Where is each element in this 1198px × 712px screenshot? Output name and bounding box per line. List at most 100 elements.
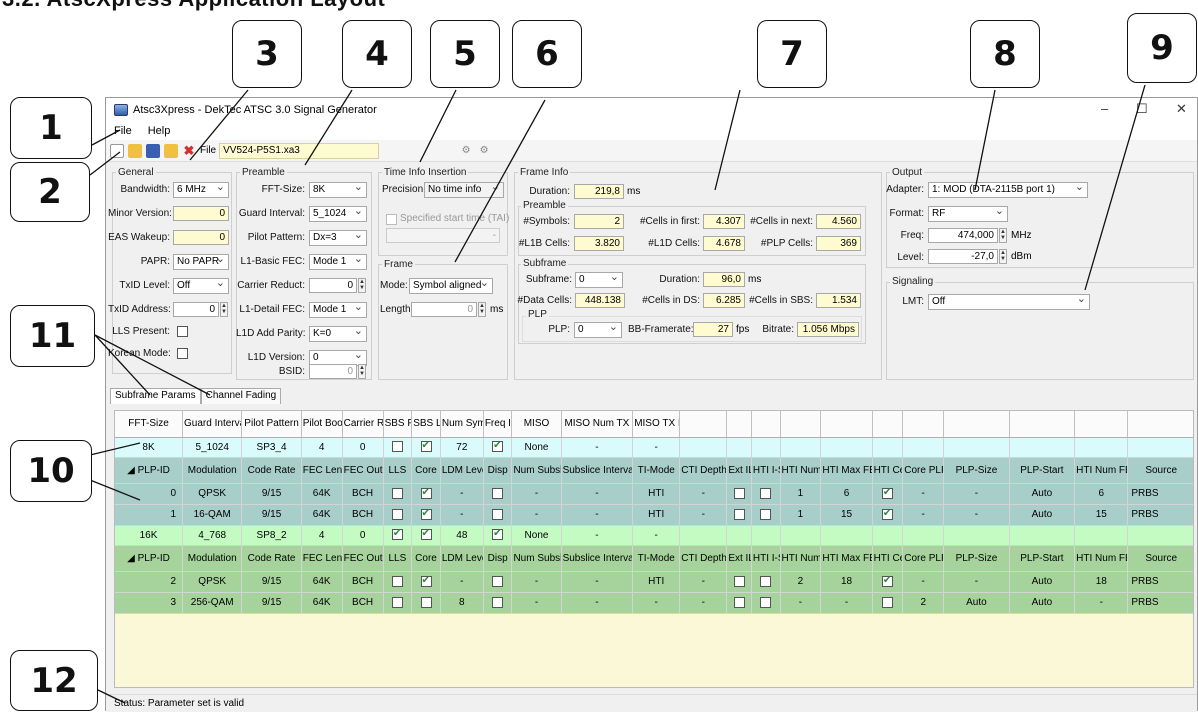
grid-cell[interactable]: - [440,483,484,505]
grid-cell[interactable]: PRBS [1127,483,1193,505]
grid-cell[interactable] [483,437,513,458]
grid-cell[interactable]: 18 [1074,571,1129,593]
tab-subframe-params[interactable]: Subframe Params [110,388,201,404]
unchecked-checkbox[interactable] [492,575,504,587]
column-header[interactable]: Freq IL [483,411,513,438]
grid-cell[interactable]: 2 [902,592,945,614]
grid-cell[interactable]: 0 [342,525,384,546]
plp-row[interactable]: 116-QAM9/1564KBCH---HTI-115--Auto15PRBS [115,504,1193,526]
grid-cell[interactable]: - [679,592,728,614]
grid-cell[interactable] [483,483,513,505]
grid-cell[interactable]: 2 [115,571,184,593]
checked-checkbox[interactable] [420,508,432,520]
grid-cell[interactable]: - [561,525,634,546]
grid-cell[interactable]: - [943,483,1010,505]
grid-cell[interactable]: None [511,437,562,458]
maximize-button[interactable]: ☐ [1136,101,1148,117]
checked-checkbox[interactable] [420,487,432,499]
grid-cell[interactable] [726,571,752,593]
grid-cell[interactable] [383,437,413,458]
grid-cell[interactable]: Auto [943,592,1010,614]
bandwidth-select[interactable]: 6 MHz [173,182,229,198]
grid-cell[interactable]: 256-QAM [182,592,243,614]
frame-mode-select[interactable]: Symbol aligned [409,278,493,294]
grid-cell[interactable]: 64K [301,504,343,526]
column-header[interactable]: Pilot Pattern [241,411,302,438]
grid-cell[interactable] [726,592,752,614]
grid-cell[interactable] [383,525,413,546]
checked-checkbox[interactable] [492,440,504,453]
grid-cell[interactable]: - [820,592,873,614]
grid-cell[interactable]: - [561,571,634,593]
column-header[interactable]: MISO Num TX [561,411,634,438]
grid-cell[interactable]: 9/15 [241,504,302,526]
column-header[interactable]: Pilot Boost [301,411,343,438]
column-header[interactable]: SBS First [383,411,413,438]
grid-cell[interactable] [872,592,904,614]
grid-cell[interactable]: 2 [780,571,822,593]
grid-cell[interactable]: - [632,525,681,546]
grid-cell[interactable] [751,483,781,505]
checked-checkbox[interactable] [881,508,893,520]
grid-cell[interactable]: Auto [1009,592,1076,614]
grid-cell[interactable]: QPSK [182,571,243,593]
grid-cell[interactable]: Auto [1009,483,1076,505]
grid-cell[interactable]: - [679,571,728,593]
format-select[interactable]: RF [928,206,1008,222]
grid-cell[interactable]: - [440,571,484,593]
freq-field[interactable]: 474,000 [928,228,998,243]
grid-cell[interactable]: PRBS [1127,504,1193,526]
unchecked-checkbox[interactable] [733,575,745,587]
grid-cell[interactable] [872,571,904,593]
lmt-select[interactable]: Off [928,294,1090,310]
column-header[interactable]: MISO [511,411,562,438]
stop-icon[interactable]: ⚙ [477,144,491,158]
column-header[interactable]: SBS Last [411,411,441,438]
grid-cell[interactable] [411,571,441,593]
unchecked-checkbox[interactable] [391,575,403,587]
bsid-spinner[interactable]: ▲ ▼ [358,364,366,379]
txid-address-spinner[interactable]: ▲ ▼ [220,302,228,317]
column-header[interactable]: Num Symbols [440,411,484,438]
run-icon[interactable]: ⚙ [459,144,473,158]
grid-cell[interactable]: - [632,437,681,458]
grid-cell[interactable]: - [902,571,945,593]
tab-channel-fading[interactable]: Channel Fading [200,388,282,404]
column-header[interactable] [780,411,822,438]
grid-cell[interactable] [751,592,781,614]
grid-cell[interactable]: 4 [301,437,343,458]
grid-cell[interactable]: SP8_2 [241,525,302,546]
grid-cell[interactable]: 9/15 [241,483,302,505]
grid-cell[interactable]: - [780,592,822,614]
grid-cell[interactable]: 64K [301,571,343,593]
minor-version-field[interactable]: 0 [173,206,229,221]
grid-cell[interactable]: - [561,592,634,614]
carrier-reduct-spinner[interactable]: ▲ ▼ [358,278,366,293]
unchecked-checkbox[interactable] [492,487,504,499]
grid-cell[interactable]: - [511,483,562,505]
grid-cell[interactable]: - [561,437,634,458]
grid-cell[interactable]: 18 [820,571,873,593]
unchecked-checkbox[interactable] [733,487,745,499]
unchecked-checkbox[interactable] [391,441,403,453]
grid-cell[interactable] [751,571,781,593]
unchecked-checkbox[interactable] [391,508,403,520]
grid-cell[interactable] [383,483,413,505]
checked-checkbox[interactable] [420,440,432,453]
l1-detail-fec-select[interactable]: Mode 1 [309,302,367,318]
grid-cell[interactable]: - [679,504,728,526]
subframe-row[interactable]: 16K4_768SP8_24048None-- [115,525,1193,546]
grid-cell[interactable]: 15 [820,504,873,526]
grid-cell[interactable] [872,504,904,526]
grid-cell[interactable] [411,525,441,546]
checked-checkbox[interactable] [881,575,893,587]
new-file-icon[interactable] [110,143,124,158]
unchecked-checkbox[interactable] [733,508,745,520]
column-header[interactable] [679,411,728,438]
grid-cell[interactable]: 16K [115,525,184,546]
grid-cell[interactable] [483,571,513,593]
grid-cell[interactable]: BCH [342,571,384,593]
grid-cell[interactable]: 64K [301,483,343,505]
frame-length-spinner[interactable]: ▲ ▼ [478,302,486,317]
grid-cell[interactable]: - [632,592,681,614]
